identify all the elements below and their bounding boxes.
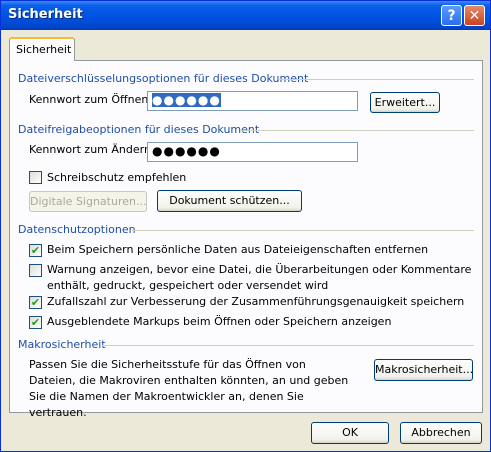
dialog-title: Sicherheit <box>8 7 83 22</box>
modify-password-label: Kennwort zum Ändern: <box>29 143 155 156</box>
encryption-heading: Dateiverschlüsselungsoptionen für dieses… <box>18 72 309 85</box>
tab-sicherheit[interactable]: Sicherheit <box>9 37 75 61</box>
protect-document-button[interactable]: Dokument schützen... <box>157 190 302 212</box>
macro-description: Passen Sie die Sicherheitsstufe für das … <box>29 358 349 419</box>
sharing-heading: Dateifreigabeoptionen für dieses Dokumen… <box>18 123 260 136</box>
modify-password-field[interactable]: ●●●●●● <box>147 142 358 162</box>
digital-signatures-button[interactable]: Digitale Signaturen... <box>29 191 147 212</box>
tab-panel: Dateiverschlüsselungsoptionen für dieses… <box>9 60 483 419</box>
privacy-option-label: Ausgeblendete Markups beim Öffnen oder S… <box>47 315 392 328</box>
open-password-label: Kennwort zum Öffnen: <box>29 93 153 106</box>
open-password-value: ●●●●●● <box>152 93 221 107</box>
macro-heading: Makrosicherheit <box>18 338 106 351</box>
privacy-heading: Datenschutzoptionen <box>18 223 136 236</box>
divider <box>278 79 474 80</box>
help-icon[interactable]: ? <box>441 5 462 26</box>
privacy-checkbox-warn-before-send[interactable] <box>29 264 42 277</box>
privacy-checkbox-show-hidden-markup[interactable]: ✔ <box>29 316 42 329</box>
modify-password-value: ●●●●●● <box>152 144 221 158</box>
open-password-field[interactable]: ●●●●●● <box>147 91 358 111</box>
privacy-option-label: Zufallszahl zur Verbesserung der Zusamme… <box>47 295 465 308</box>
security-dialog: Sicherheit ? ✕ Sicherheit Dateiverschlüs… <box>0 0 491 452</box>
divider <box>132 230 474 231</box>
ok-button[interactable]: OK <box>311 422 389 444</box>
readonly-checkbox[interactable] <box>29 171 42 184</box>
divider <box>240 130 474 131</box>
privacy-checkbox-random-number[interactable]: ✔ <box>29 296 42 309</box>
readonly-label: Schreibschutz empfehlen <box>47 171 187 184</box>
privacy-checkbox-remove-personal-info[interactable]: ✔ <box>29 244 42 257</box>
privacy-option-label: Beim Speichern persönliche Daten aus Dat… <box>47 243 429 256</box>
divider <box>102 345 474 346</box>
advanced-button[interactable]: Erweitert... <box>370 92 440 113</box>
cancel-button[interactable]: Abbrechen <box>400 422 482 444</box>
privacy-option-label: Warnung anzeigen, bevor eine Datei, die … <box>47 263 472 292</box>
macro-security-button[interactable]: Makrosicherheit... <box>374 359 473 381</box>
close-icon[interactable]: ✕ <box>464 5 485 26</box>
title-bar[interactable]: Sicherheit ? ✕ <box>1 1 490 30</box>
